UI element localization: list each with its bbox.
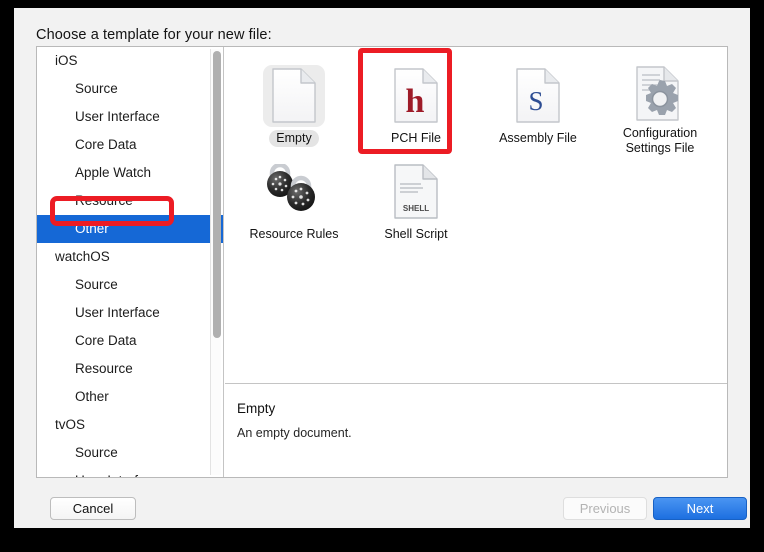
sidebar-item-core-data[interactable]: Core Data (37, 131, 223, 159)
template-content-area: Empty h PCH File S Assembly File Configuratio… (225, 47, 727, 477)
template-tile-shell-script[interactable]: SHELL Shell Script (355, 157, 477, 253)
template-tile-label: Shell Script (384, 227, 448, 241)
svg-text:h: h (406, 83, 425, 120)
sidebar-item-ios[interactable]: iOS (37, 47, 223, 75)
sidebar-item-resource[interactable]: Resource (37, 187, 223, 215)
sidebar-item-user-interface[interactable]: User Interface (37, 299, 223, 327)
template-tile-assembly-file[interactable]: S Assembly File (477, 61, 599, 157)
platform-category-sidebar[interactable]: iOS Source User Interface Core Data Apple Wa… (37, 47, 224, 477)
svg-text:SHELL: SHELL (403, 204, 429, 213)
template-chooser-panel: iOS Source User Interface Core Data Apple Wa… (36, 46, 728, 478)
sidebar-item-source[interactable]: Source (37, 439, 223, 467)
template-tile-label: Assembly File (499, 131, 577, 145)
template-row: Empty h PCH File S Assembly File Configuratio… (233, 61, 727, 157)
template-tile-pch-file[interactable]: h PCH File (355, 61, 477, 157)
sidebar-item-other[interactable]: Other (37, 383, 223, 411)
template-tile-resource-rules[interactable]: Resource Rules (233, 157, 355, 253)
description-body: An empty document. (237, 426, 352, 440)
template-tile-configuration-settings-file[interactable]: Configuration Settings File (599, 61, 721, 157)
template-tile-label: Empty (269, 130, 319, 147)
s-document-icon: S (507, 65, 569, 127)
template-icon-grid: Empty h PCH File S Assembly File Configuratio… (225, 47, 727, 383)
description-title: Empty (237, 401, 276, 416)
template-tile-empty[interactable]: Empty (233, 61, 355, 157)
blank-document-icon (263, 65, 325, 127)
cancel-button[interactable]: Cancel (50, 497, 136, 520)
new-file-template-dialog: Choose a template for your new file: iOS… (14, 8, 750, 528)
sidebar-item-tvos[interactable]: tvOS (37, 411, 223, 439)
sidebar-item-source[interactable]: Source (37, 271, 223, 299)
shell-document-icon: SHELL (385, 161, 447, 223)
dialog-prompt: Choose a template for your new file: (36, 27, 272, 43)
sidebar-item-core-data[interactable]: Core Data (37, 327, 223, 355)
h-document-icon: h (385, 65, 447, 127)
svg-text:S: S (528, 86, 543, 116)
template-row: Resource Rules SHELL Shell Script (233, 157, 727, 253)
sidebar-item-apple-watch[interactable]: Apple Watch (37, 159, 223, 187)
sidebar-item-user-interface[interactable]: User Interface (37, 103, 223, 131)
next-button[interactable]: Next (653, 497, 747, 520)
gear-document-icon (629, 65, 691, 122)
previous-button[interactable]: Previous (563, 497, 647, 520)
platform-category-list: iOS Source User Interface Core Data Apple Wa… (37, 47, 223, 477)
sidebar-scrollbar-thumb[interactable] (213, 51, 221, 338)
sidebar-item-watchos[interactable]: watchOS (37, 243, 223, 271)
template-tile-label: Resource Rules (249, 227, 339, 241)
template-tile-label: PCH File (390, 131, 441, 145)
padlocks-icon (263, 161, 325, 223)
sidebar-scrollbar[interactable] (210, 49, 221, 475)
sidebar-item-source[interactable]: Source (37, 75, 223, 103)
sidebar-item-other[interactable]: Other (37, 215, 223, 243)
sidebar-item-user-interface[interactable]: User Interface (37, 467, 223, 477)
template-tile-label: Configuration Settings File (622, 126, 698, 155)
template-description-pane: Empty An empty document. (225, 384, 727, 477)
sidebar-item-resource[interactable]: Resource (37, 355, 223, 383)
